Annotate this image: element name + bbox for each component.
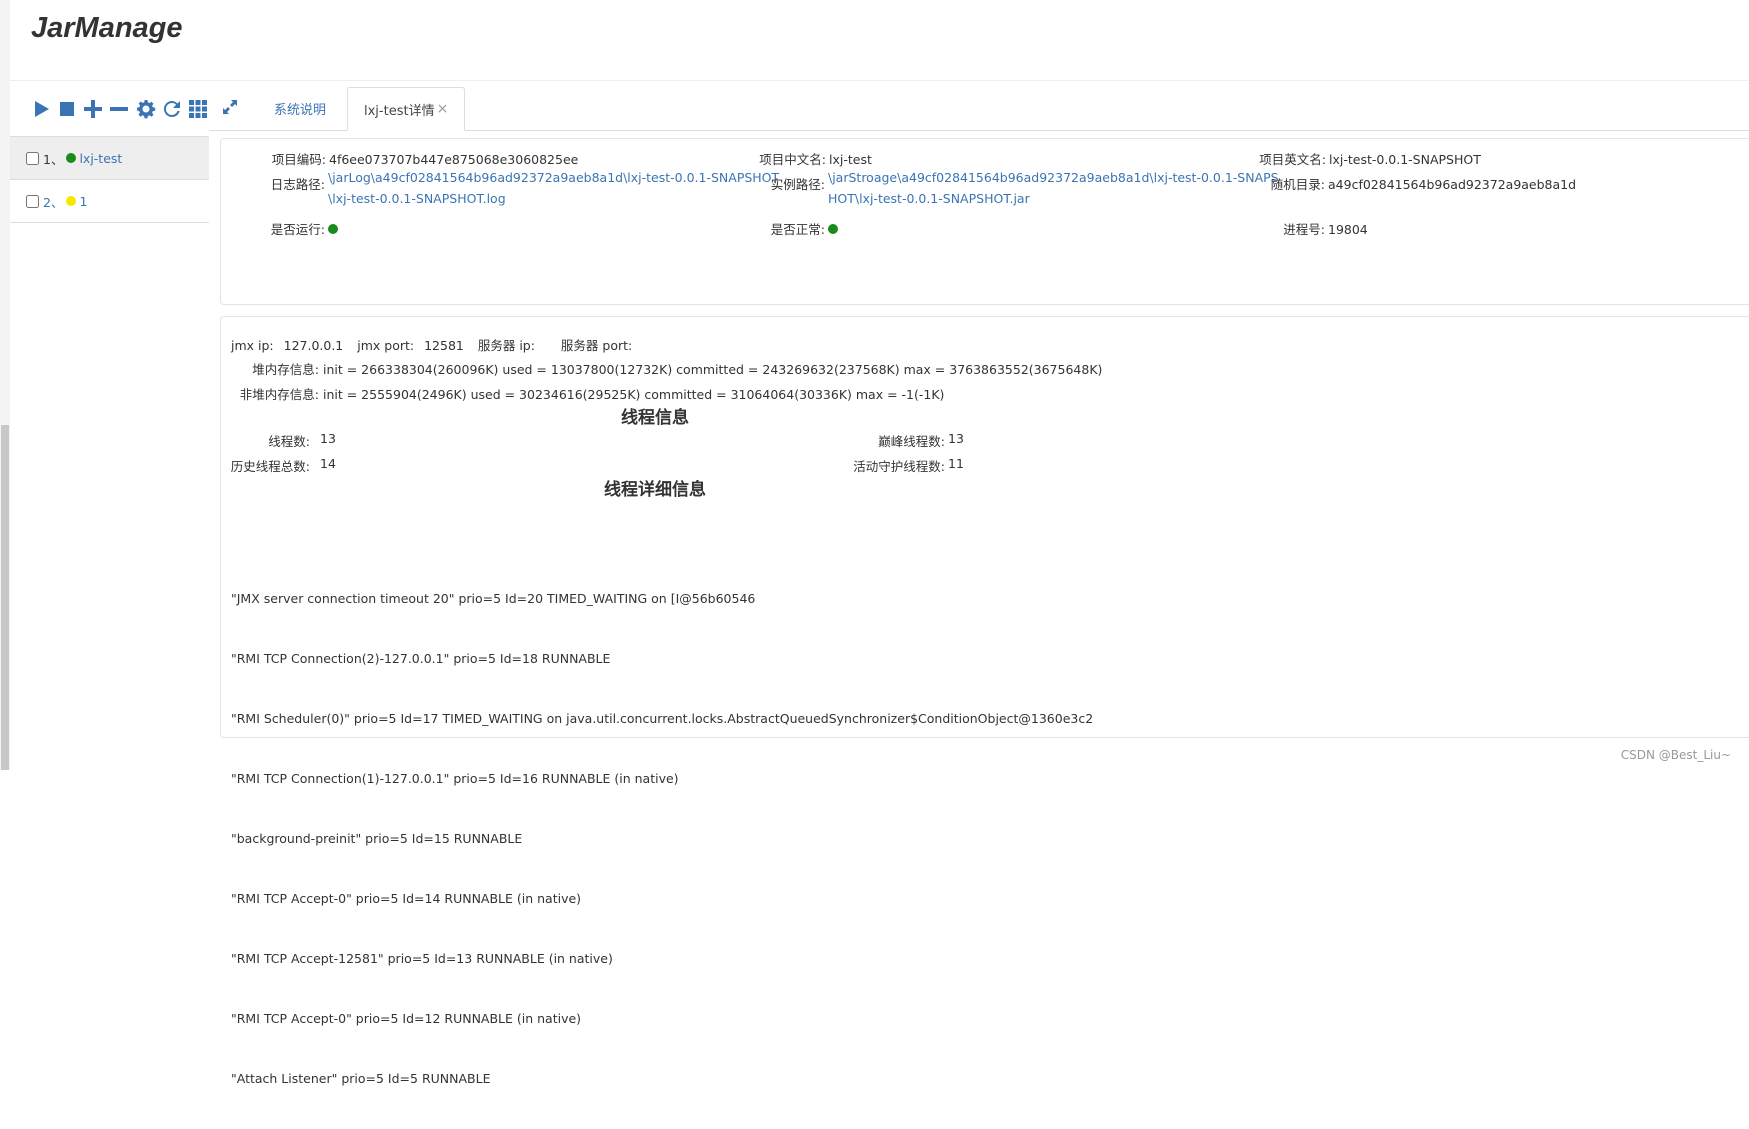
tab-label: lxj-test详情 [364,103,435,119]
remove-button[interactable] [109,98,130,120]
tab-system-description[interactable]: 系统说明 [258,87,342,130]
heap-line: 堆内存信息: init = 266338304(260096K) used = … [231,359,1102,378]
tab-label: 系统说明 [274,103,327,118]
list-item: "Attach Listener" prio=5 Id=5 RUNNABLE [231,1071,491,1086]
normal-status-dot [828,224,838,234]
project-info-panel: 项目编码: 4f6ee073707b447e875068e3060825ee 项… [220,138,1749,305]
total-thread-label: 历史线程总数: [230,459,310,474]
jmx-connection-line: jmx ip: 127.0.0.1 jmx port: 12581 服务器 ip… [231,335,632,354]
peak-thread-label: 巅峰线程数: [878,434,945,449]
project-en-name-value: lxj-test-0.0.1-SNAPSHOT [1329,152,1481,167]
scrollbar-thumb[interactable] [1,425,9,770]
stop-icon [59,101,74,116]
tab-bar: 系统说明 lxj-test详情 × [209,81,1749,131]
nonheap-label: 非堆内存信息: [239,387,319,402]
project-item[interactable]: 2、 1 [10,180,209,223]
running-status-dot [328,224,338,234]
list-item: "RMI Scheduler(0)" prio=5 Id=17 TIMED_WA… [231,711,1094,726]
list-item: "background-preinit" prio=5 Id=15 RUNNAB… [231,831,523,846]
jmx-port-value: 12581 [424,338,464,353]
close-icon[interactable]: × [437,101,449,117]
daemon-thread-value: 11 [948,456,964,471]
thread-info-title: 线程信息 [621,408,689,428]
list-item: "RMI TCP Accept-0" prio=5 Id=14 RUNNABLE… [231,891,582,906]
running-label: 是否运行: [270,222,325,237]
sidebar: 1、 lxj-test 2、 1 [10,81,209,770]
refresh-button[interactable] [161,98,182,120]
project-item[interactable]: 1、 lxj-test [10,137,209,180]
project-link[interactable]: lxj-test [79,151,122,166]
project-index: 2、 [43,194,64,210]
log-path-label: 日志路径: [270,177,325,192]
total-thread-value: 14 [320,456,336,471]
play-icon [34,100,49,117]
minus-icon [110,106,129,111]
grid-icon [189,99,208,118]
gear-icon [136,99,155,118]
random-dir-label: 随机目录: [1270,177,1325,192]
jmx-ip-value: 127.0.0.1 [283,338,344,353]
status-dot [66,153,77,163]
heap-value: init = 266338304(260096K) used = 1303780… [322,362,1103,377]
list-item: "RMI TCP Accept-0" prio=5 Id=12 RUNNABLE… [231,1011,582,1026]
random-dir-value: a49cf02841564b96ad92372a9aeb8a1d [1328,177,1577,192]
list-item: "JMX server connection timeout 20" prio=… [231,591,756,606]
peak-thread-value: 13 [948,431,964,446]
nonheap-line: 非堆内存信息: init = 2555904(2496K) used = 302… [231,384,945,403]
pid-value: 19804 [1328,222,1368,237]
jmx-panel: jmx ip: 127.0.0.1 jmx port: 12581 服务器 ip… [220,316,1749,1086]
normal-label: 是否正常: [770,222,825,237]
nonheap-value: init = 2555904(2496K) used = 30234616(29… [322,387,945,402]
jmx-port-label: jmx port: [357,338,415,353]
app-header: JarManage [10,0,1749,81]
thread-count-label: 线程数: [268,434,310,449]
list-item: "RMI TCP Connection(1)-127.0.0.1" prio=5… [231,771,679,786]
daemon-thread-label: 活动守护线程数: [853,459,945,474]
server-ip-label: 服务器 ip: [477,338,535,353]
expand-icon [223,100,237,114]
stop-button[interactable] [56,98,77,120]
thread-detail-list: "JMX server connection timeout 20" prio=… [231,549,1093,1129]
jmx-ip-label: jmx ip: [231,338,274,353]
list-item: "RMI TCP Accept-12581" prio=5 Id=13 RUNN… [231,951,613,966]
status-dot [66,196,77,206]
grid-button[interactable] [188,98,209,120]
project-index: 1、 [43,151,64,167]
watermark: CSDN @Best_Liu~ [1620,748,1731,762]
heap-label: 堆内存信息: [252,362,319,377]
pid-label: 进程号: [1283,222,1325,237]
thread-detail-title: 线程详细信息 [604,480,706,500]
plus-icon [84,99,103,118]
instance-path-label: 实例路径: [770,177,825,192]
project-link[interactable]: 1 [79,194,87,209]
start-button[interactable] [30,98,51,120]
project-checkbox[interactable] [26,194,39,208]
left-scrollbar[interactable] [0,0,10,770]
list-item: "RMI TCP Connection(2)-127.0.0.1" prio=5… [231,651,611,666]
project-checkbox[interactable] [26,151,39,165]
toolbar [10,81,209,136]
instance-path-link[interactable]: \jarStroage\a49cf02841564b96ad92372a9aeb… [828,167,1283,209]
server-port-label: 服务器 port: [560,338,633,353]
thread-count-value: 13 [320,431,336,446]
log-path-link[interactable]: \jarLog\a49cf02841564b96ad92372a9aeb8a1d… [328,167,783,209]
app-title: JarManage [31,12,183,44]
add-button[interactable] [83,98,104,120]
expand-button[interactable] [222,99,238,115]
tab-project-detail[interactable]: lxj-test详情 × [347,87,466,131]
settings-button[interactable] [135,98,156,120]
refresh-icon [164,100,181,117]
